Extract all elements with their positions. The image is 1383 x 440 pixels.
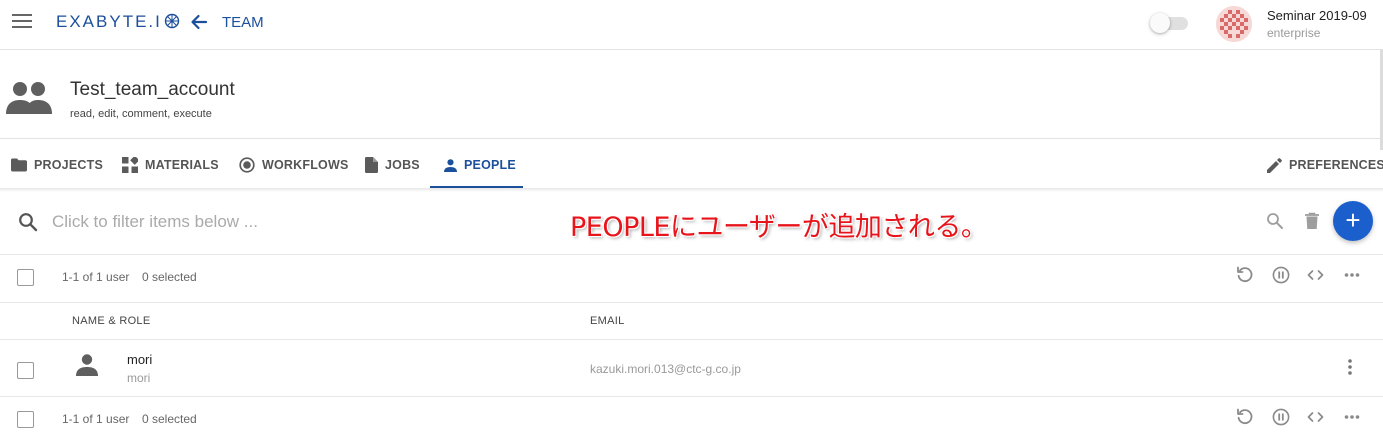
select-all-checkbox[interactable]	[17, 269, 34, 286]
person-icon	[76, 354, 98, 376]
back-arrow-icon[interactable]	[189, 12, 209, 32]
refresh-icon[interactable]	[1236, 266, 1254, 284]
tab-label: PREFERENCES	[1289, 158, 1383, 172]
more-horizontal-icon[interactable]	[1344, 272, 1360, 278]
refresh-icon[interactable]	[1236, 408, 1254, 426]
column-header-email[interactable]: EMAIL	[590, 315, 625, 327]
tab-label: PROJECTS	[34, 158, 103, 172]
selected-count: 0 selected	[142, 270, 197, 284]
range-text: 1-1 of 1 user	[62, 270, 130, 284]
person-icon	[444, 158, 457, 172]
divider	[0, 339, 1383, 340]
workflows-icon	[239, 157, 255, 173]
trash-icon[interactable]	[1304, 212, 1320, 230]
column-header-name-role[interactable]: NAME & ROLE	[72, 315, 151, 327]
divider	[0, 138, 1383, 139]
add-user-button[interactable]: +	[1333, 201, 1373, 241]
identicon-icon	[1216, 6, 1252, 42]
logo[interactable]: EXABYTE.I	[56, 12, 180, 32]
avatar[interactable]	[1216, 6, 1252, 42]
pencil-icon	[1267, 157, 1282, 173]
tab-people[interactable]: PEOPLE	[444, 142, 516, 188]
folder-icon	[11, 158, 27, 172]
row-checkbox[interactable]	[17, 362, 34, 379]
tabs-shadow	[0, 188, 1383, 192]
select-all-checkbox[interactable]	[17, 411, 34, 428]
file-icon	[365, 157, 378, 173]
user-email: kazuki.mori.013@ctc-g.co.jp	[590, 362, 741, 376]
code-icon[interactable]	[1307, 268, 1324, 282]
code-icon[interactable]	[1307, 410, 1324, 424]
top-app-bar: EXABYTE.I TEAM Seminar 2019-09 enterpris…	[0, 0, 1383, 50]
materials-icon	[122, 157, 138, 173]
tab-label: WORKFLOWS	[262, 158, 349, 172]
page-title: Test_team_account	[70, 79, 235, 100]
user-name[interactable]: Seminar 2019-09	[1267, 8, 1367, 23]
divider	[0, 302, 1383, 303]
tab-preferences[interactable]: PREFERENCES	[1267, 142, 1383, 188]
annotation-note: PEOPLEにユーザーが追加される。	[570, 212, 988, 243]
menu-icon[interactable]	[12, 14, 32, 30]
divider	[0, 396, 1383, 397]
tab-workflows[interactable]: WORKFLOWS	[239, 142, 349, 188]
pause-icon[interactable]	[1272, 266, 1290, 284]
tab-jobs[interactable]: JOBS	[365, 142, 420, 188]
filter-input[interactable]	[52, 208, 532, 236]
more-vertical-icon[interactable]	[1343, 358, 1357, 376]
logo-wheel-icon	[164, 13, 180, 29]
user-name[interactable]: mori	[127, 352, 152, 367]
breadcrumb[interactable]: TEAM	[222, 14, 264, 31]
user-plan: enterprise	[1267, 26, 1321, 40]
toggle-knob	[1150, 13, 1170, 33]
tab-label: JOBS	[385, 158, 420, 172]
tab-label: MATERIALS	[145, 158, 219, 172]
logo-text: EXABYTE.I	[56, 12, 162, 31]
theme-toggle[interactable]	[1150, 13, 1188, 33]
search-icon[interactable]	[18, 212, 38, 232]
tab-label: PEOPLE	[464, 158, 516, 172]
range-text: 1-1 of 1 user	[62, 412, 130, 426]
tab-materials[interactable]: MATERIALS	[122, 142, 219, 188]
tab-projects[interactable]: PROJECTS	[11, 142, 103, 188]
divider	[0, 254, 1383, 255]
search-icon[interactable]	[1266, 212, 1284, 230]
user-role: mori	[127, 371, 151, 385]
more-horizontal-icon[interactable]	[1344, 414, 1360, 420]
selected-count: 0 selected	[142, 412, 197, 426]
permissions-text: read, edit, comment, execute	[70, 108, 212, 120]
pause-icon[interactable]	[1272, 408, 1290, 426]
team-icon	[6, 82, 52, 114]
